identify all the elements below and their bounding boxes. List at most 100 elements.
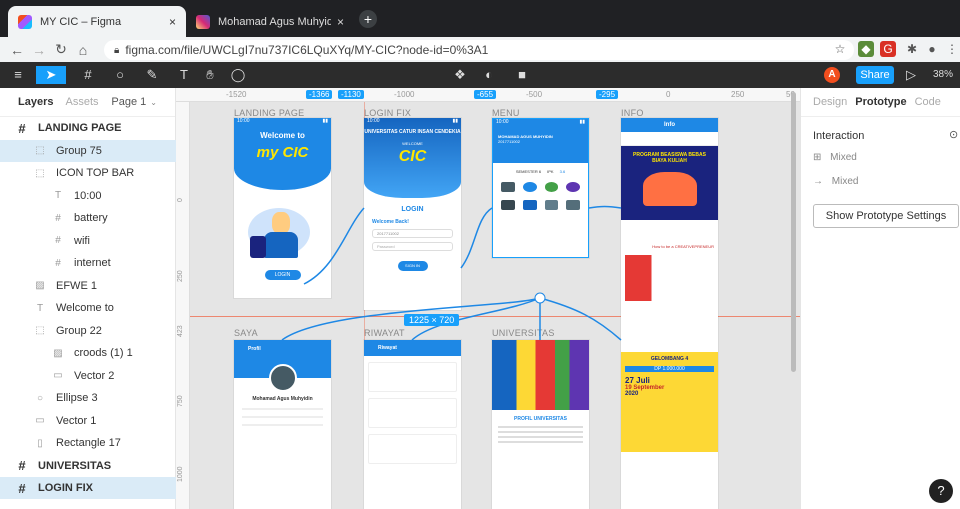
help-circle-icon[interactable]: ⊙ bbox=[949, 128, 958, 141]
menu-item-icon[interactable] bbox=[501, 200, 515, 210]
layer-row[interactable]: ○ Ellipse 3 bbox=[0, 387, 176, 409]
tab-instagram[interactable]: Mohamad Agus Muhyidin (@mu × bbox=[186, 6, 354, 37]
tab-title: MY CIC – Figma bbox=[40, 15, 122, 28]
layer-row[interactable]: ⬚ Group 75 bbox=[0, 139, 176, 162]
layer-row[interactable]: ▯ Rectangle 17 bbox=[0, 432, 176, 454]
address-bar[interactable]: 🔒︎ figma.com/file/UWCLgI7nu737IC6LQuXYq/… bbox=[104, 40, 854, 60]
share-button[interactable]: Share bbox=[856, 66, 894, 84]
move-tool-icon[interactable]: ➤ bbox=[36, 66, 66, 84]
layer-row[interactable]: T 10:00 bbox=[0, 185, 176, 207]
layer-row[interactable]: ⬚ Group 22 bbox=[0, 320, 176, 342]
frame-label[interactable]: MENU bbox=[492, 108, 520, 118]
universitas-frame[interactable]: PROFIL UNIVERSITAS bbox=[492, 340, 589, 509]
layer-row[interactable]: # UNIVERSITAS bbox=[0, 455, 176, 477]
illustration bbox=[234, 190, 331, 270]
pen-tool-icon[interactable]: ✎ bbox=[140, 66, 164, 84]
text-layer-icon: T bbox=[36, 302, 44, 314]
layer-row[interactable]: # internet bbox=[0, 252, 176, 274]
layer-row[interactable]: # battery bbox=[0, 207, 176, 229]
tab-figma[interactable]: MY CIC – Figma × bbox=[8, 6, 186, 37]
login-frame[interactable]: 10:00 ▮▮ UNIVERSITAS CATUR INSAN CENDEKIA… bbox=[364, 118, 461, 310]
home-icon[interactable]: ⌂ bbox=[72, 42, 94, 58]
component-icon[interactable]: ❖ bbox=[450, 66, 470, 84]
frame-label[interactable]: UNIVERSITAS bbox=[492, 328, 555, 338]
username-field[interactable]: 2017711002 bbox=[372, 229, 453, 238]
mixed-action[interactable]: → Mixed bbox=[813, 176, 858, 187]
menu-item-icon[interactable] bbox=[566, 200, 580, 210]
boolean-icon[interactable]: ■ bbox=[510, 66, 534, 84]
layer-row[interactable]: ▭ Vector 2 bbox=[0, 365, 176, 387]
menu-item-icon[interactable] bbox=[544, 200, 559, 210]
figma-toolbar: ≡ ➤ # ○ ✎ T ✋︎ ◯ ❖ ◐ ■ A Share ▷ 38% bbox=[0, 62, 960, 88]
layer-row[interactable]: # LOGIN FIX bbox=[0, 477, 176, 499]
profile-icon[interactable]: ● bbox=[924, 41, 940, 57]
layer-row[interactable]: ▭ Vector 1 bbox=[0, 410, 176, 432]
present-icon[interactable]: ▷ bbox=[904, 66, 918, 84]
landing-page-frame[interactable]: 10:00 ▮▮ Welcome to my CIC LOGIN bbox=[234, 118, 331, 298]
canvas-scrollbar[interactable] bbox=[791, 92, 796, 372]
menu-item-icon[interactable] bbox=[501, 182, 515, 192]
login-title: LOGIN bbox=[401, 206, 424, 213]
comment-tool-icon[interactable]: ◯ bbox=[230, 66, 246, 84]
profile-frame[interactable]: Profil Mohamad Agus Muhyidin bbox=[234, 340, 331, 509]
layer-row[interactable]: # LANDING PAGE bbox=[0, 117, 176, 139]
frame-label[interactable]: LANDING PAGE bbox=[234, 108, 304, 118]
ruler-tick: -1520 bbox=[226, 90, 247, 99]
layer-row[interactable]: T Welcome to bbox=[0, 297, 176, 319]
frame-layer-icon: # bbox=[18, 458, 26, 473]
text-tool-icon[interactable]: T bbox=[176, 66, 192, 84]
star-icon[interactable]: ☆ bbox=[832, 41, 848, 57]
page-selector[interactable]: Page 1 bbox=[111, 96, 146, 108]
show-prototype-settings-button[interactable]: Show Prototype Settings bbox=[813, 204, 959, 228]
canvas[interactable]: -1520-1366-1130-1000-655-500-295025050 0… bbox=[176, 88, 800, 509]
layer-row[interactable]: # wifi bbox=[0, 230, 176, 252]
puzzle-icon[interactable]: ✱ bbox=[904, 41, 920, 57]
forward-icon[interactable]: → bbox=[28, 42, 50, 58]
ellipse-layer-icon: ○ bbox=[36, 392, 44, 404]
extension-icon[interactable]: G bbox=[880, 41, 896, 57]
layer-row[interactable]: ⬚ ICON TOP BAR bbox=[0, 162, 176, 184]
riwayat-frame[interactable]: Riwayat bbox=[364, 340, 461, 509]
help-button[interactable]: ? bbox=[929, 479, 953, 503]
mixed-trigger[interactable]: ⊞ Mixed bbox=[813, 152, 857, 163]
login-button[interactable]: LOGIN bbox=[264, 270, 301, 280]
tab-assets[interactable]: Assets bbox=[65, 96, 98, 108]
hand-tool-icon[interactable]: ✋︎ bbox=[202, 66, 218, 84]
tab-design[interactable]: Design bbox=[813, 96, 847, 108]
info-frame[interactable]: Info PROGRAM BEASISWA BEBAS BIAYA KULIAH… bbox=[621, 118, 718, 509]
profile-name: Mohamad Agus Muhyidin bbox=[252, 396, 313, 402]
zoom-level[interactable]: 38% bbox=[928, 66, 958, 84]
extension-icon[interactable]: ◆ bbox=[858, 41, 874, 57]
frame-label[interactable]: INFO bbox=[621, 108, 644, 118]
frame-label[interactable]: SAYA bbox=[234, 328, 258, 338]
frame-tool-icon[interactable]: # bbox=[76, 66, 100, 84]
group-layer-icon: ⬚ bbox=[35, 145, 45, 156]
layer-label: croods (1) 1 bbox=[74, 347, 133, 359]
tab-layers[interactable]: Layers bbox=[18, 96, 53, 108]
back-icon[interactable]: ← bbox=[6, 42, 28, 58]
chevron-down-icon[interactable]: ⌄ bbox=[150, 98, 157, 107]
close-tab-icon[interactable]: × bbox=[337, 15, 344, 29]
hamburger-icon[interactable]: ≡ bbox=[10, 66, 26, 84]
reload-icon[interactable]: ↻ bbox=[50, 41, 72, 58]
frame-label[interactable]: RIWAYAT bbox=[364, 328, 405, 338]
menu-item-icon[interactable] bbox=[522, 200, 537, 210]
sign-in-button[interactable]: SIGN IN bbox=[397, 261, 428, 271]
close-tab-icon[interactable]: × bbox=[169, 15, 176, 29]
layer-row[interactable]: ▨ croods (1) 1 bbox=[0, 342, 176, 364]
shape-tool-icon[interactable]: ○ bbox=[108, 66, 132, 84]
menu-frame[interactable]: 10:00 ▮▮ MOHAMAD AGUS MUHYIDIN 2017711002… bbox=[492, 118, 589, 258]
tab-code[interactable]: Code bbox=[915, 96, 941, 108]
menu-item-icon[interactable] bbox=[522, 182, 537, 192]
menu-item-icon[interactable] bbox=[566, 182, 580, 192]
frame-label[interactable]: LOGIN FIX bbox=[364, 108, 411, 118]
mask-icon[interactable]: ◐ bbox=[480, 66, 498, 84]
menu-item-icon[interactable] bbox=[544, 182, 559, 192]
password-field[interactable]: Password bbox=[372, 242, 453, 251]
new-tab-button[interactable]: + bbox=[359, 10, 377, 28]
frame-layer-icon: # bbox=[18, 120, 26, 136]
avatar[interactable]: A bbox=[824, 67, 840, 83]
menu-dots-icon[interactable]: ⋮ bbox=[944, 41, 960, 57]
tab-prototype[interactable]: Prototype bbox=[855, 96, 906, 108]
layer-row[interactable]: ▨ EFWE 1 bbox=[0, 275, 176, 297]
